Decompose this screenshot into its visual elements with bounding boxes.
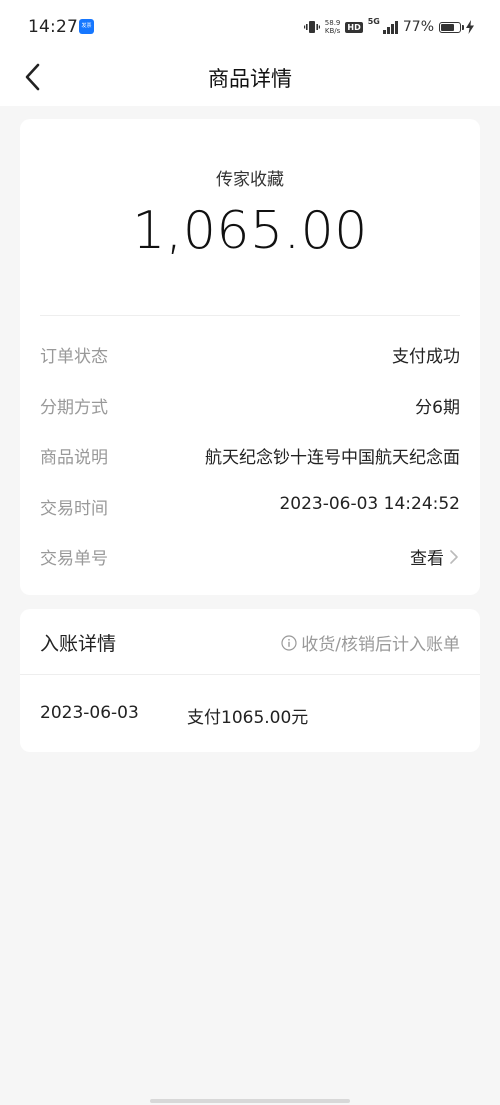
entry-title: 入账详情	[40, 633, 117, 655]
view-order-number-link[interactable]: 查看	[410, 544, 460, 569]
detail-label: 交易单号	[40, 549, 108, 569]
detail-row-installment: 分期方式 分6期	[40, 383, 460, 434]
network-type: 5G	[367, 17, 380, 26]
divider	[20, 674, 480, 675]
info-icon	[281, 634, 297, 651]
entry-date: 2023-06-03	[40, 703, 139, 723]
detail-row-status: 订单状态 支付成功	[40, 332, 460, 383]
entry-details-card: 入账详情 收货/核销后计入账单 2023-06-03 支付1065.00元	[20, 609, 480, 752]
entry-note-text: 收货/核销后计入账单	[301, 635, 460, 655]
order-details: 订单状态 支付成功 分期方式 分6期 商品说明 航天纪念钞十连号中国航天纪念面 …	[40, 332, 460, 585]
network-speed-value: 58.9	[324, 19, 341, 27]
detail-value: 支付成功	[392, 347, 460, 367]
detail-row-time: 交易时间 2023-06-03 14:24:52	[40, 484, 460, 535]
detail-label: 商品说明	[40, 448, 108, 468]
nav-bar: 商品详情	[0, 54, 500, 98]
network-speed-unit: KB/s	[324, 27, 341, 35]
page-title: 商品详情	[208, 67, 292, 91]
detail-value: 分6期	[415, 397, 460, 418]
signal-icon	[382, 20, 398, 34]
status-indicators: 58.9 KB/s HD 5G 77%	[303, 16, 474, 38]
top-bar: 14:27 发票 58.9 KB/s HD 5G 77% 商品详情	[0, 0, 500, 106]
status-bar: 14:27 发票 58.9 KB/s HD 5G 77%	[0, 0, 500, 54]
detail-label: 交易时间	[40, 498, 108, 519]
entry-description: 支付1065.00元	[187, 708, 309, 728]
entry-header: 入账详情 收货/核销后计入账单	[40, 627, 460, 657]
network-speed: 58.9 KB/s	[325, 19, 341, 35]
detail-label: 分期方式	[40, 397, 108, 418]
product-name: 传家收藏	[216, 170, 284, 190]
view-link-label: 查看	[410, 549, 444, 569]
order-summary-card: 传家收藏 1,065.00 订单状态 支付成功 分期方式 分6期 商品说明 航天…	[20, 119, 480, 595]
battery-icon	[439, 21, 464, 33]
app-notification-icon: 发票	[79, 19, 94, 34]
detail-row-description: 商品说明 航天纪念钞十连号中国航天纪念面	[40, 433, 460, 484]
battery-percent: 77%	[402, 19, 434, 35]
status-time: 14:27	[28, 17, 78, 37]
detail-row-order-number: 交易单号 查看	[40, 534, 460, 585]
detail-value: 航天纪念钞十连号中国航天纪念面	[205, 448, 460, 468]
battery-fill	[441, 23, 455, 31]
detail-label: 订单状态	[40, 347, 108, 367]
hd-badge: HD	[345, 21, 363, 33]
entry-note[interactable]: 收货/核销后计入账单	[281, 630, 460, 655]
vibrate-icon	[303, 21, 320, 33]
charging-icon	[466, 20, 474, 34]
detail-value: 2023-06-03 14:24:52	[279, 493, 460, 514]
home-indicator[interactable]	[150, 1099, 350, 1103]
divider	[40, 315, 460, 316]
order-amount: 1,065.00	[132, 201, 368, 261]
chevron-right-icon	[450, 549, 458, 564]
